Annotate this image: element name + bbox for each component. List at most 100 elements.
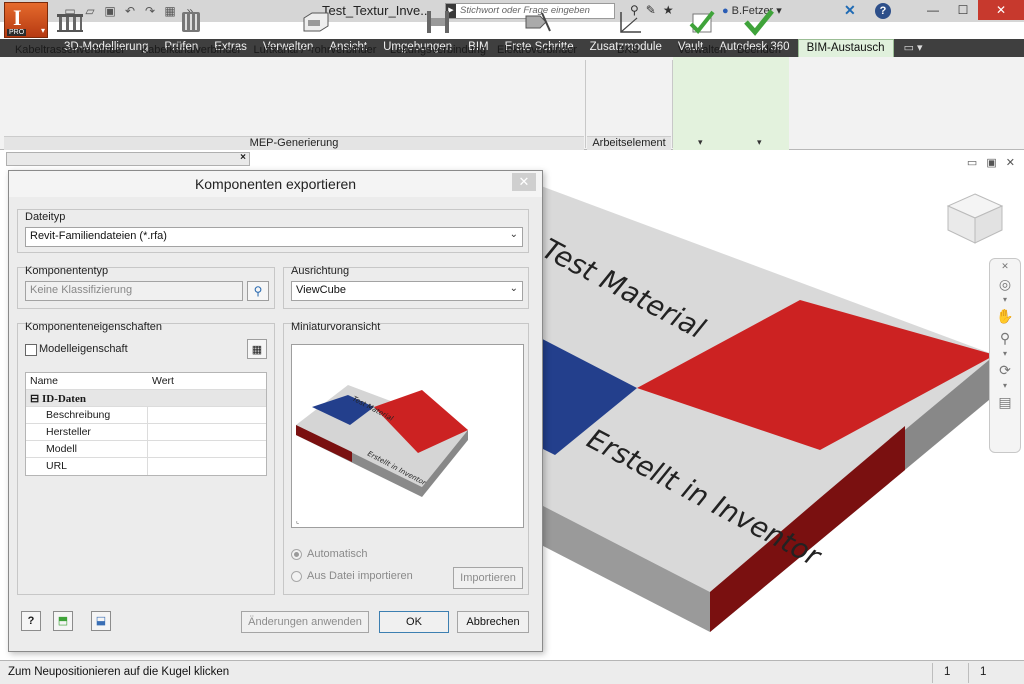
save-settings-button[interactable]: ⬓ — [91, 611, 111, 631]
ribbon-separator — [672, 60, 673, 148]
save-icon: ⬓ — [95, 615, 107, 627]
value-cell[interactable] — [148, 458, 266, 475]
beenden-button[interactable]: Beenden — [733, 8, 785, 56]
verwalten-button[interactable]: Verwalten — [675, 8, 729, 56]
value-cell[interactable] — [148, 407, 266, 423]
chevron-down-icon: ⌄ — [509, 229, 518, 240]
help-icon[interactable]: ? — [875, 3, 891, 19]
table-header: Name Wert — [26, 373, 266, 390]
table-row[interactable]: Hersteller — [26, 424, 266, 441]
komponententyp-label: Komponententyp — [25, 265, 109, 277]
value-cell[interactable] — [148, 441, 266, 457]
thumbnail-model: Test Material Erstellt in Inventor ⌞ — [296, 385, 468, 525]
pipe-connector-button[interactable]: Leitungsverbindung — [386, 8, 490, 56]
automatisch-radio[interactable] — [291, 549, 302, 560]
apply-changes-button[interactable]: Änderungen anwenden — [241, 611, 369, 633]
model-browser-header: × — [6, 152, 250, 166]
eigenschaften-label: Komponenteneigenschaften — [25, 321, 162, 333]
load-settings-button[interactable]: ⬒ — [53, 611, 73, 631]
modelleigenschaft-checkbox[interactable] — [25, 344, 37, 356]
navigation-bar: ✕ ◎ ▾ ✋ ⚲ ▾ ⟳ ▾ ▤ — [989, 258, 1021, 453]
status-separator — [932, 663, 933, 683]
search-icon: ⚲ — [253, 284, 263, 298]
cable-duct-connector-button[interactable]: Kabelkanalverbinder — [138, 8, 244, 56]
coordinate-system-icon — [620, 12, 641, 33]
table-settings-icon: ▦ — [251, 344, 263, 356]
status-message: Zum Neupositionieren auf die Kugel klick… — [8, 666, 230, 678]
table-row[interactable]: Beschreibung — [26, 407, 266, 424]
dateityp-select[interactable]: Revit-Familiendateien (*.rfa) ⌄ — [25, 227, 523, 247]
viewcube[interactable] — [940, 188, 1010, 248]
miniatur-label: Miniaturvoransicht — [291, 321, 381, 333]
table-row[interactable]: Modell — [26, 441, 266, 458]
orbit-icon[interactable]: ⟳ — [990, 359, 1020, 381]
star-icon[interactable]: ★ — [663, 3, 674, 17]
steering-wheel-icon[interactable]: ◎ — [990, 273, 1020, 295]
chevron-down-icon: ▾ — [40, 26, 45, 35]
ausrichtung-label: Ausrichtung — [291, 265, 350, 277]
komponententyp-field: Keine Klassifizierung — [25, 281, 243, 301]
property-settings-button[interactable]: ▦ — [247, 339, 267, 359]
import-button[interactable]: Importieren — [453, 567, 523, 589]
nav-close-icon[interactable]: ✕ — [990, 259, 1020, 273]
maximize-button[interactable]: ☐ — [948, 0, 978, 20]
chevron-down-icon: ⌄ — [509, 283, 518, 294]
dateityp-label: Dateityp — [25, 211, 66, 223]
table-row[interactable]: URL — [26, 458, 266, 475]
look-at-icon[interactable]: ▤ — [990, 391, 1020, 413]
close-window-button[interactable]: ✕ — [978, 0, 1024, 20]
aus-datei-label: Aus Datei importieren — [307, 570, 413, 582]
modelleigenschaft-label: Modelleigenschaft — [39, 343, 128, 355]
cancel-button[interactable]: Abbrechen — [457, 611, 529, 633]
properties-table: Name Wert ⊟ ID-Daten Beschreibung Herste… — [25, 372, 267, 476]
zoom-icon[interactable]: ⚲ — [990, 327, 1020, 349]
value-cell[interactable] — [148, 424, 266, 440]
mep-panel-label: MEP-Generierung — [4, 136, 584, 150]
ribbon-exit-panel-bg — [673, 57, 789, 150]
status-bar: Zum Neupositionieren auf die Kugel klick… — [0, 660, 1024, 684]
bks-button[interactable]: BKS — [598, 8, 658, 56]
aus-datei-radio[interactable] — [291, 571, 302, 582]
classification-browse-button[interactable]: ⚲ — [247, 281, 269, 301]
help-button[interactable]: ? — [21, 611, 41, 631]
air-duct-connector-button[interactable]: Luftkanal / -rohrverbinder — [246, 8, 384, 56]
tab-options-icon[interactable]: ▭ ▾ — [894, 39, 933, 57]
air-duct-icon — [303, 12, 329, 32]
electrical-connector-button[interactable]: Elektroverbinder — [492, 8, 582, 56]
verwalten-dropdown-icon[interactable]: ▾ — [698, 137, 703, 148]
automatisch-label: Automatisch — [307, 548, 368, 560]
arbeitselement-panel-label: Arbeitselement — [587, 136, 671, 150]
dialog-title: Komponenten exportieren — [9, 171, 542, 197]
close-icon[interactable]: × — [240, 152, 246, 163]
pro-badge: PRO — [7, 29, 27, 36]
tab-bim-austausch[interactable]: BIM-Austausch — [797, 39, 894, 57]
collapse-icon[interactable]: ⊟ — [30, 393, 39, 405]
dialog-close-button[interactable]: ✕ — [512, 173, 536, 191]
minimize-button[interactable]: — — [918, 0, 948, 20]
application-menu-button[interactable]: I PRO ▾ — [4, 2, 48, 38]
cable-duct-icon — [182, 12, 200, 32]
nav-dropdown-icon[interactable]: ▾ — [990, 295, 1020, 305]
exchange-apps-icon[interactable]: ✕ — [844, 2, 856, 19]
beenden-dropdown-icon[interactable]: ▾ — [757, 137, 762, 148]
manage-check-icon — [689, 10, 715, 35]
status-count-1: 1 — [944, 666, 951, 678]
nav-dropdown-icon[interactable]: ▾ — [990, 349, 1020, 359]
status-separator — [968, 663, 969, 683]
help-icon: ? — [27, 615, 35, 627]
thumbnail-preview: Test Material Erstellt in Inventor ⌞ — [291, 344, 524, 528]
pan-icon[interactable]: ✋ — [990, 305, 1020, 327]
pipe-icon — [427, 11, 449, 33]
status-count-2: 1 — [980, 666, 987, 678]
coordinate-triad-icon: ⌞ — [296, 518, 299, 525]
finish-check-icon — [744, 9, 774, 36]
ribbon-separator — [585, 60, 586, 148]
nav-dropdown-icon[interactable]: ▾ — [990, 381, 1020, 391]
ok-button[interactable]: OK — [379, 611, 449, 633]
cable-tray-icon — [57, 14, 83, 32]
inventor-logo-icon: I — [13, 5, 22, 30]
load-icon: ⬒ — [57, 615, 69, 627]
ausrichtung-select[interactable]: ViewCube ⌄ — [291, 281, 523, 301]
table-group-row[interactable]: ⊟ ID-Daten — [26, 390, 266, 407]
window-controls: — ☐ ✕ — [918, 0, 1024, 20]
